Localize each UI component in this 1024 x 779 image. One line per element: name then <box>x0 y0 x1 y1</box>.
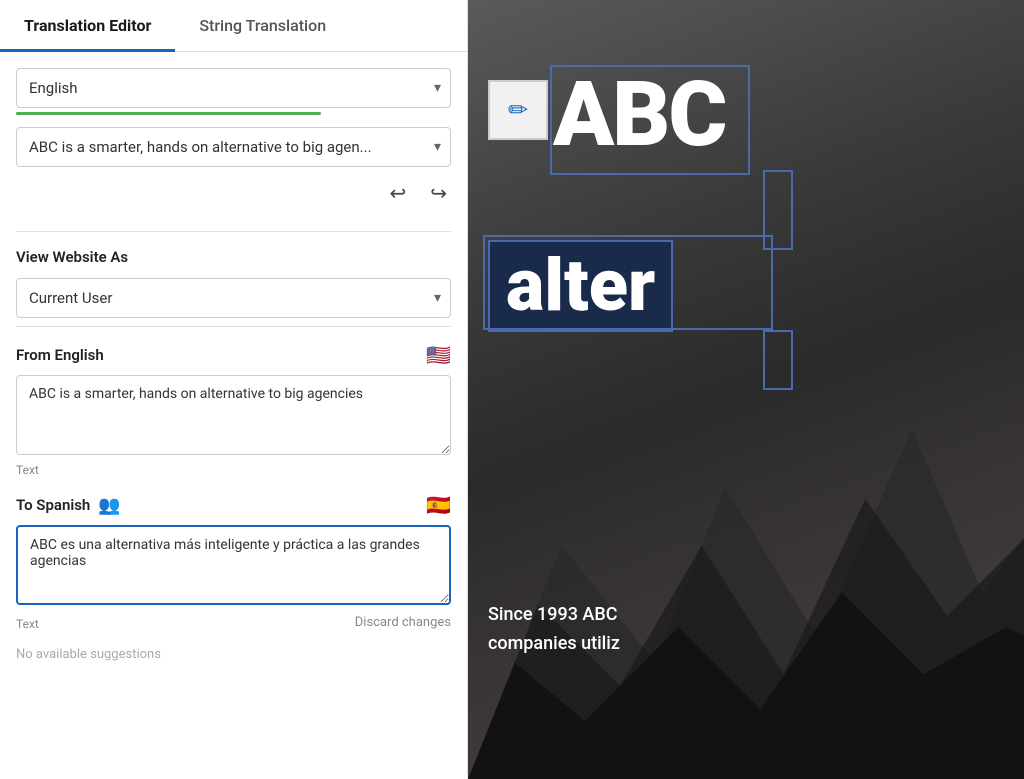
view-website-as-label: View Website As <box>16 248 451 266</box>
from-textarea[interactable] <box>16 375 451 455</box>
small-box-right <box>763 170 793 250</box>
to-flag-icon: 🇪🇸 <box>426 493 451 517</box>
string-select-wrapper: ABC is a smarter, hands on alternative t… <box>16 127 451 167</box>
string-select[interactable]: ABC is a smarter, hands on alternative t… <box>16 127 451 167</box>
users-icon: 👥 <box>98 495 120 516</box>
undo-button[interactable]: ↩ <box>385 179 410 207</box>
edit-icon-box[interactable]: ✏ <box>488 80 548 140</box>
no-suggestions-label: No available suggestions <box>16 647 451 678</box>
from-type-label: Text <box>16 463 451 477</box>
user-select[interactable]: Current User <box>16 278 451 318</box>
redo-button[interactable]: ↪ <box>426 179 451 207</box>
tabs-container: Translation Editor String Translation <box>0 0 467 52</box>
pencil-icon: ✏ <box>508 96 528 124</box>
bottom-text-area: Since 1993 ABC companies utiliz <box>488 601 1024 659</box>
to-textarea[interactable] <box>16 525 451 605</box>
bottom-line-1: Since 1993 ABC <box>488 601 1024 630</box>
divider-1 <box>16 231 451 232</box>
tab-string-translation[interactable]: String Translation <box>175 0 350 51</box>
discard-changes-link[interactable]: Discard changes <box>355 615 451 630</box>
from-header: From English 🇺🇸 <box>16 343 451 367</box>
mountain-svg <box>468 312 1024 779</box>
to-header: To Spanish 👥 🇪🇸 <box>16 493 451 517</box>
tab-translation-editor[interactable]: Translation Editor <box>0 0 175 51</box>
discard-row: Text Discard changes <box>16 613 451 631</box>
from-section: From English 🇺🇸 Text <box>16 343 451 477</box>
left-panel: Translation Editor String Translation En… <box>0 0 468 779</box>
language-select[interactable]: English <box>16 68 451 108</box>
user-select-wrapper: Current User ▾ <box>16 278 451 318</box>
to-label: To Spanish <box>16 496 90 514</box>
abc-large-text: ABC <box>553 70 725 160</box>
to-type-label: Text <box>16 617 39 631</box>
to-section: To Spanish 👥 🇪🇸 Text Discard changes <box>16 493 451 631</box>
alter-large-text: alter <box>488 240 673 332</box>
preview-background: ✏ ABC alter Since 1993 ABC companies uti… <box>468 0 1024 779</box>
language-select-wrapper: English ▾ <box>16 68 451 108</box>
panel-content: English ▾ ABC is a smarter, hands on alt… <box>0 52 467 779</box>
undo-redo-toolbar: ↩ ↪ <box>16 175 451 223</box>
right-panel: ✏ ABC alter Since 1993 ABC companies uti… <box>468 0 1024 779</box>
from-label: From English <box>16 346 104 364</box>
language-progress-bar <box>16 112 321 115</box>
from-flag-icon: 🇺🇸 <box>426 343 451 367</box>
divider-2 <box>16 326 451 327</box>
bottom-line-2: companies utiliz <box>488 630 1024 659</box>
